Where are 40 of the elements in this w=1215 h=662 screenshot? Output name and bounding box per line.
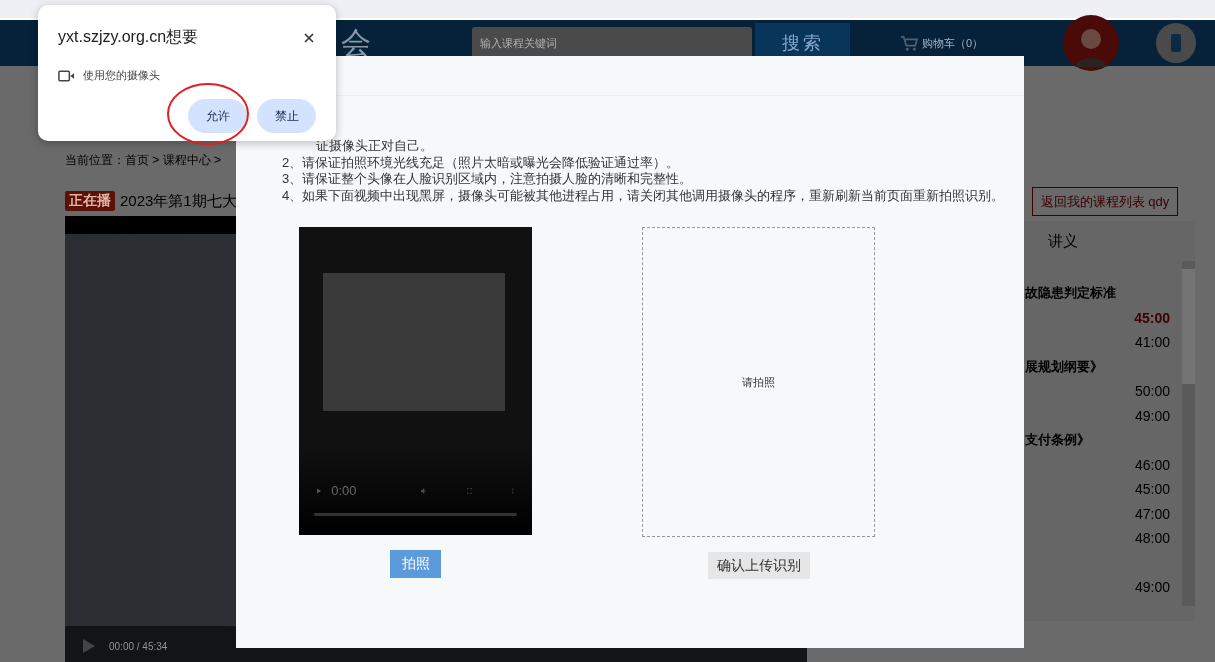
search-field[interactable]: 输入课程关键词: [472, 27, 752, 59]
lesson-duration[interactable]: 49:00: [1134, 407, 1170, 424]
lesson-duration[interactable]: 41:00: [1134, 334, 1170, 351]
scrollbar[interactable]: [1182, 261, 1195, 606]
avatar-icon[interactable]: [1063, 15, 1120, 71]
handout-tab[interactable]: 讲义: [1048, 231, 1078, 251]
lesson-heading: 支付条例》: [1025, 431, 1090, 450]
breadcrumb: 当前位置：首页 > 课程中心 >: [65, 152, 222, 168]
play-icon[interactable]: [83, 639, 95, 653]
cart-link[interactable]: 购物车（0）: [922, 35, 984, 51]
permission-text: 使用您的摄像头: [83, 68, 160, 83]
cart-icon[interactable]: [900, 35, 918, 51]
lesson-heading: 展规划纲要》: [1025, 357, 1103, 376]
camera-icon: [58, 69, 75, 82]
lesson-heading: 故隐患判定标准: [1025, 284, 1116, 303]
live-badge: 正在播: [65, 191, 115, 211]
lesson-duration[interactable]: 50:00: [1134, 383, 1170, 400]
lesson-duration[interactable]: 48:00: [1134, 530, 1170, 547]
permission-button[interactable]: 允许: [188, 99, 247, 133]
upload-button[interactable]: 确认上传识别: [707, 552, 810, 579]
seek-bar[interactable]: [314, 513, 517, 516]
course-title: 2023年第1期七大: [120, 191, 237, 211]
permission-button[interactable]: 禁止: [257, 99, 316, 133]
instruction-text: 2、请保证拍照环境光线充足（照片太暗或曝光会降低验证通过率）。: [282, 154, 681, 171]
close-icon[interactable]: [304, 32, 314, 43]
lesson-duration[interactable]: 47:00: [1134, 505, 1170, 522]
player-time: 00:00 / 45:34: [109, 640, 168, 652]
capture-button[interactable]: 拍照: [390, 550, 441, 578]
popup-title: yxt.szjzy.org.cn想要: [58, 27, 199, 47]
phone-icon[interactable]: [1156, 23, 1197, 63]
lesson-duration[interactable]: 46:00: [1134, 456, 1170, 473]
lesson-duration[interactable]: 45:00: [1134, 481, 1170, 498]
lesson-duration[interactable]: 45:00: [1134, 309, 1170, 326]
lesson-duration[interactable]: 49:00: [1134, 579, 1170, 596]
site-logo: 会: [341, 24, 372, 61]
instruction-text: 4、如果下面视频中出现黑屏，摄像头可能被其他进程占用，请关闭其他调用摄像头的程序，重新刷新当前页面重新拍照识别。: [282, 187, 1006, 204]
instruction-text: 3、请保证整个头像在人脸识别区域内，注意拍摄人脸的清晰和完整性。: [282, 171, 694, 188]
return-button[interactable]: 返回我的课程列表 qdy: [1032, 187, 1178, 216]
camera-time: 0:00: [331, 483, 357, 498]
photo-field: 请拍照: [642, 227, 875, 537]
